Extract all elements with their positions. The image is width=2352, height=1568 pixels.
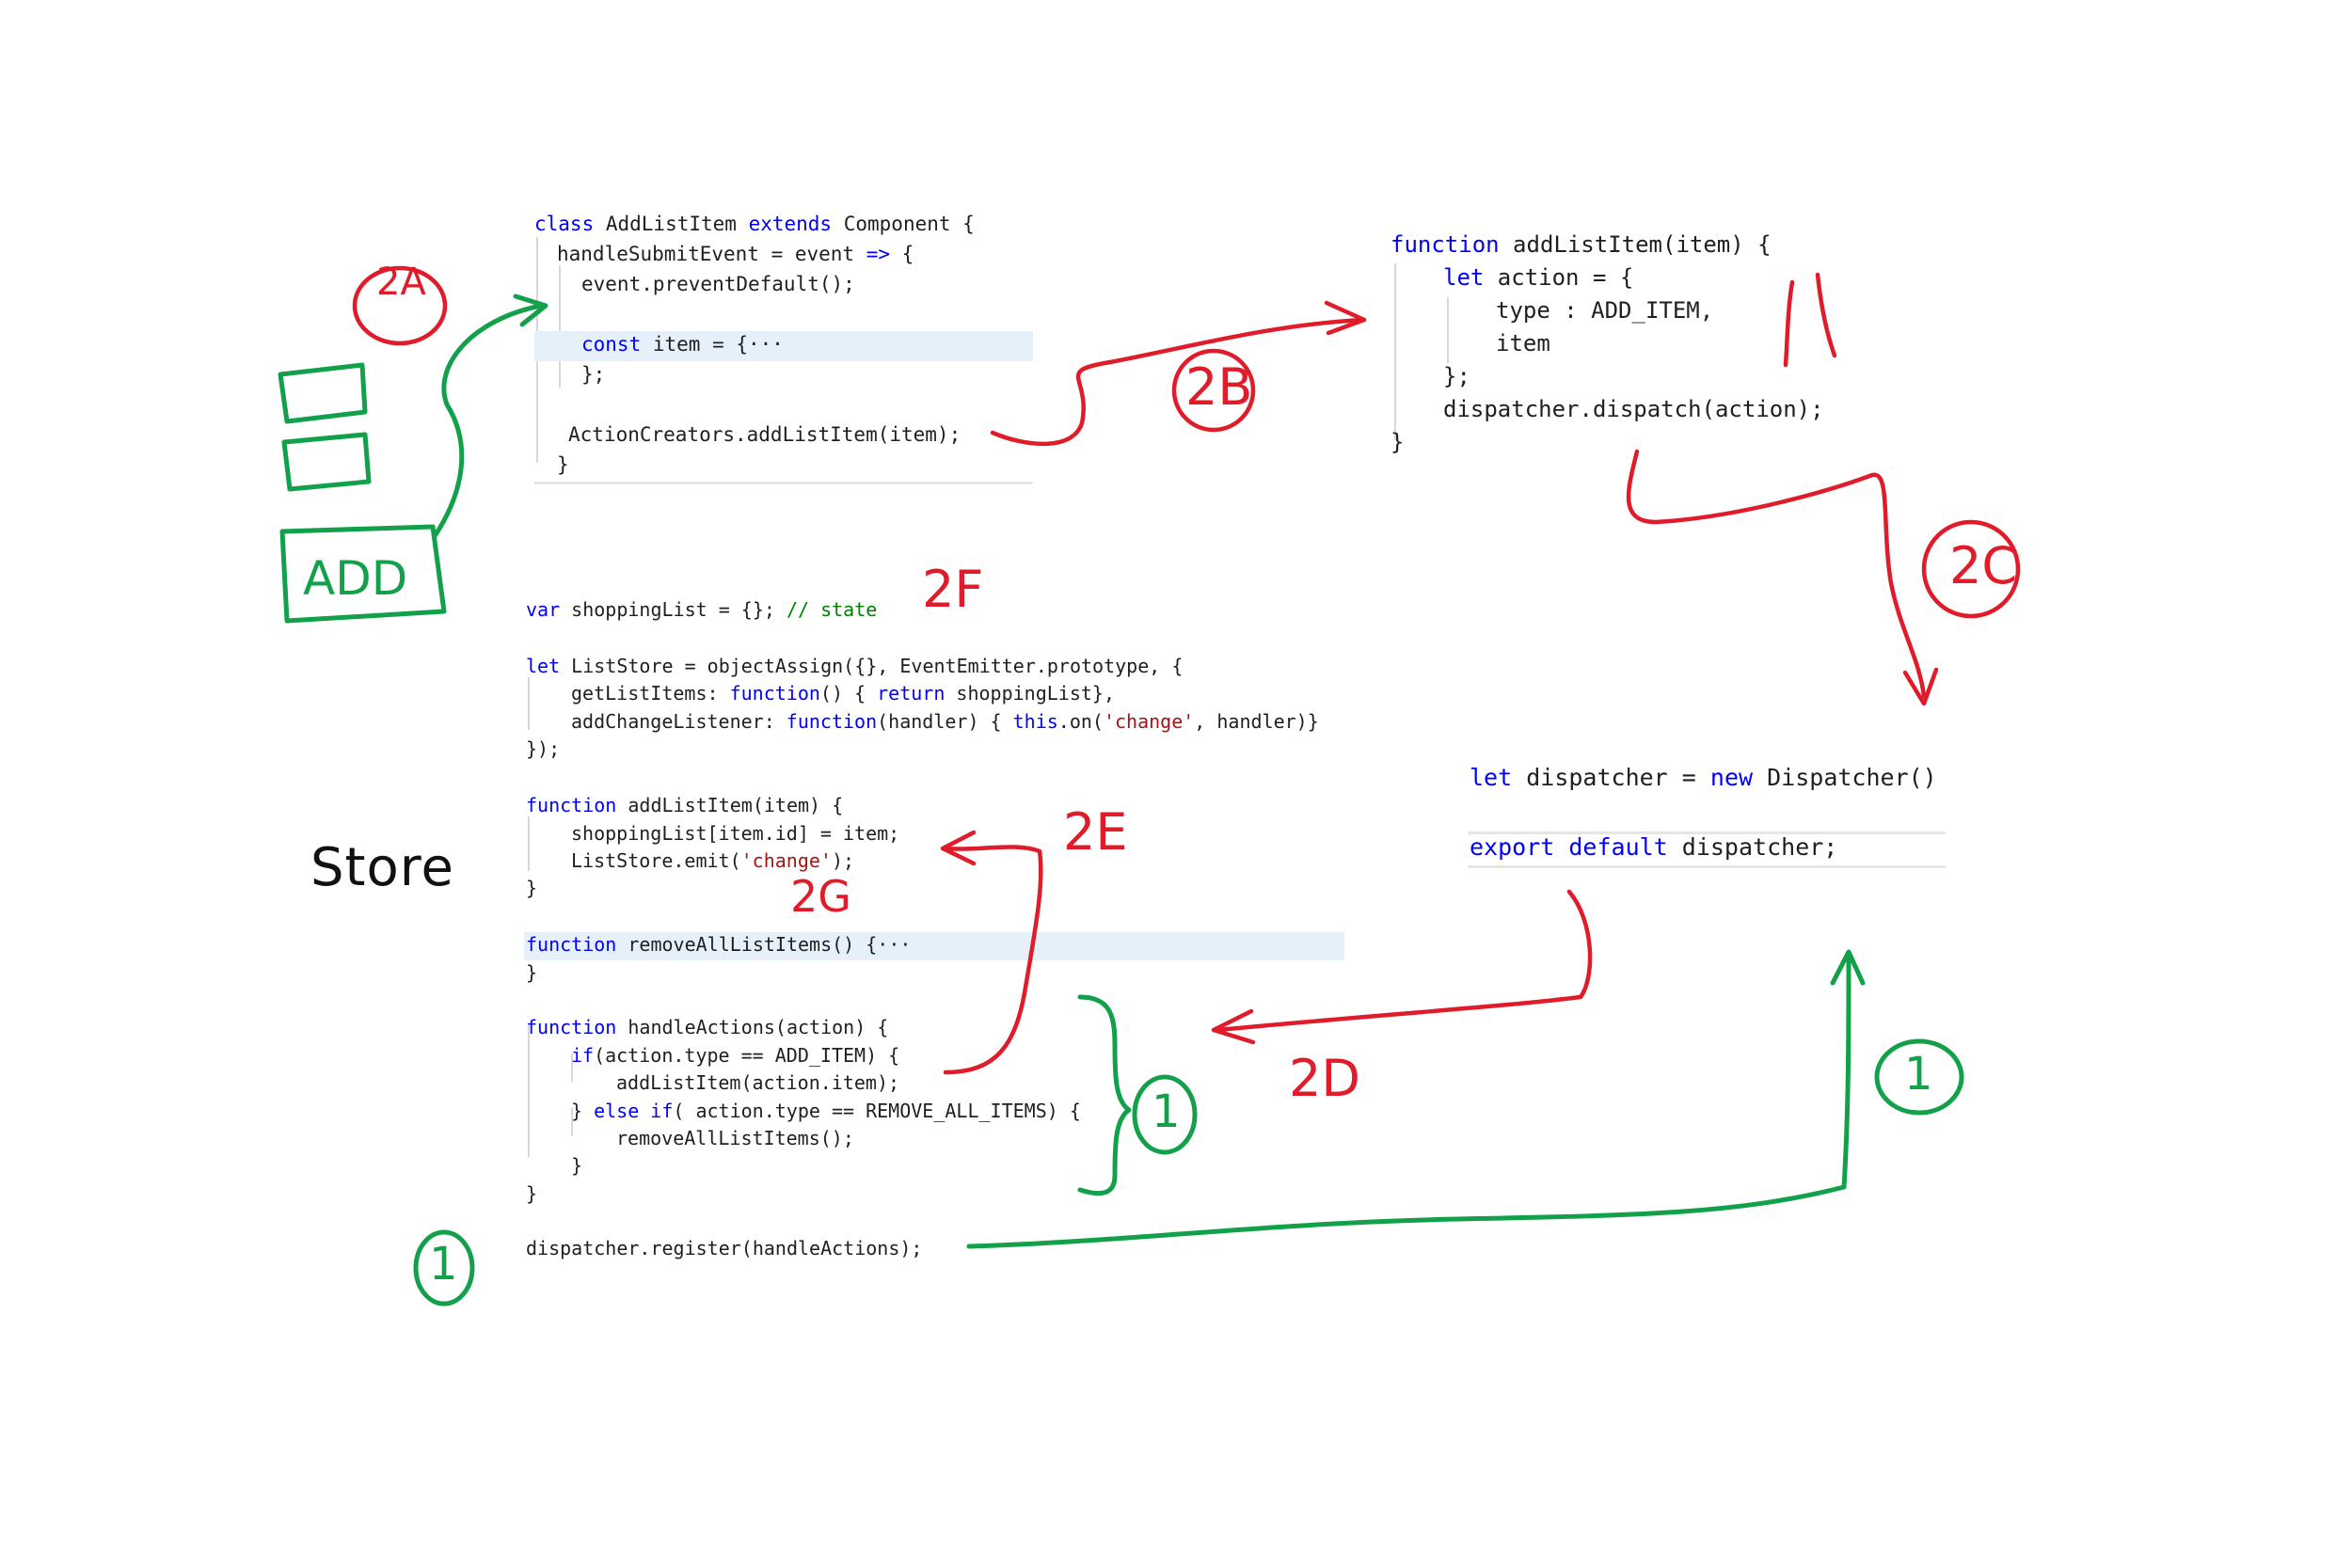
code-line: shoppingList[item.id] = item; xyxy=(571,822,900,845)
store-code-block: var shoppingList = {}; // state let List… xyxy=(524,596,1371,1274)
code-line: } xyxy=(1391,429,1405,455)
code-line: function addListItem(item) { xyxy=(1391,231,1772,258)
indent-guide xyxy=(528,816,530,871)
code-line: let dispatcher = new Dispatcher() xyxy=(1470,764,1937,791)
code-line: } xyxy=(526,961,538,984)
code-line: let action = { xyxy=(1443,264,1634,291)
arrowhead-register xyxy=(1830,949,1866,986)
code-line: type : ADD_ITEM, xyxy=(1496,297,1714,324)
annotation-2a: 2A xyxy=(376,261,426,304)
code-line: } xyxy=(571,1154,583,1177)
editor-line-bar xyxy=(534,482,1033,484)
code-line: } xyxy=(526,1182,538,1205)
code-line: if(action.type == ADD_ITEM) { xyxy=(571,1044,900,1067)
code-line: dispatcher.dispatch(action); xyxy=(1443,396,1824,422)
code-line: handleSubmitEvent = event => { xyxy=(557,243,914,265)
component-code-block: class AddListItem extends Component { ha… xyxy=(527,209,1035,491)
code-line: removeAllListItems(); xyxy=(616,1127,854,1149)
indent-guide xyxy=(1394,263,1396,440)
code-line: }; xyxy=(1443,363,1470,389)
indent-guide xyxy=(1447,297,1449,363)
annotation-2d: 2D xyxy=(1289,1049,1360,1108)
arrow-2b xyxy=(990,317,1367,447)
code-line: addChangeListener: function(handler) { t… xyxy=(571,710,1319,733)
code-line: ListStore.emit('change'); xyxy=(571,849,855,872)
code-line: } xyxy=(526,877,538,899)
code-line: var shoppingList = {}; // state xyxy=(526,598,878,621)
sketch-input-box-2 xyxy=(281,432,372,492)
editor-line-bar xyxy=(1468,865,1946,868)
store-label: Store xyxy=(310,837,455,898)
code-line: function addListItem(item) { xyxy=(526,794,844,816)
action-creator-code-block: function addListItem(item) { let action … xyxy=(1391,231,1880,467)
code-line: }; xyxy=(581,363,606,386)
code-line: } xyxy=(557,453,569,476)
code-line: }); xyxy=(526,737,561,760)
code-line: let ListStore = objectAssign({}, EventEm… xyxy=(526,655,1184,677)
arrow-ui-to-component xyxy=(432,303,544,539)
code-line: event.preventDefault(); xyxy=(581,273,855,295)
indent-guide xyxy=(528,1025,530,1157)
code-line: dispatcher.register(handleActions); xyxy=(526,1237,923,1259)
code-line: function removeAllListItems() {··· xyxy=(526,933,912,956)
arrowhead-2b xyxy=(1324,300,1367,336)
code-line: function handleActions(action) { xyxy=(526,1016,889,1038)
arrow-2c xyxy=(1626,449,1927,699)
annotation-2f: 2F xyxy=(922,560,984,619)
annotation-2g: 2G xyxy=(790,871,851,922)
annotation-add-button: ADD xyxy=(303,551,408,606)
code-line: class AddListItem extends Component { xyxy=(534,213,975,235)
annotation-2e: 2E xyxy=(1063,802,1128,862)
dispatcher-code-block: let dispatcher = new Dispatcher() export… xyxy=(1468,764,1957,868)
code-line: export default dispatcher; xyxy=(1470,833,1838,861)
code-line: } else if( action.type == REMOVE_ALL_ITE… xyxy=(571,1100,1081,1122)
code-line: const item = {··· xyxy=(581,333,784,356)
sketch-input-box-1 xyxy=(278,362,368,424)
annotation-2b: 2B xyxy=(1185,357,1253,417)
annotation-2c: 2C xyxy=(1949,536,2018,595)
arrowhead-2c xyxy=(1902,667,1939,706)
indent-guide xyxy=(528,677,530,730)
annotation-1-bracket: 1 xyxy=(1152,1085,1181,1138)
annotation-1-store: 1 xyxy=(429,1238,458,1291)
code-line: item xyxy=(1496,330,1550,356)
code-line: getListItems: function() { return shoppi… xyxy=(571,682,1115,705)
code-line: addListItem(action.item); xyxy=(616,1071,900,1094)
indent-guide xyxy=(559,265,561,388)
code-line: ActionCreators.addListItem(item); xyxy=(568,423,961,446)
annotation-1-dispatcher: 1 xyxy=(1904,1048,1933,1101)
